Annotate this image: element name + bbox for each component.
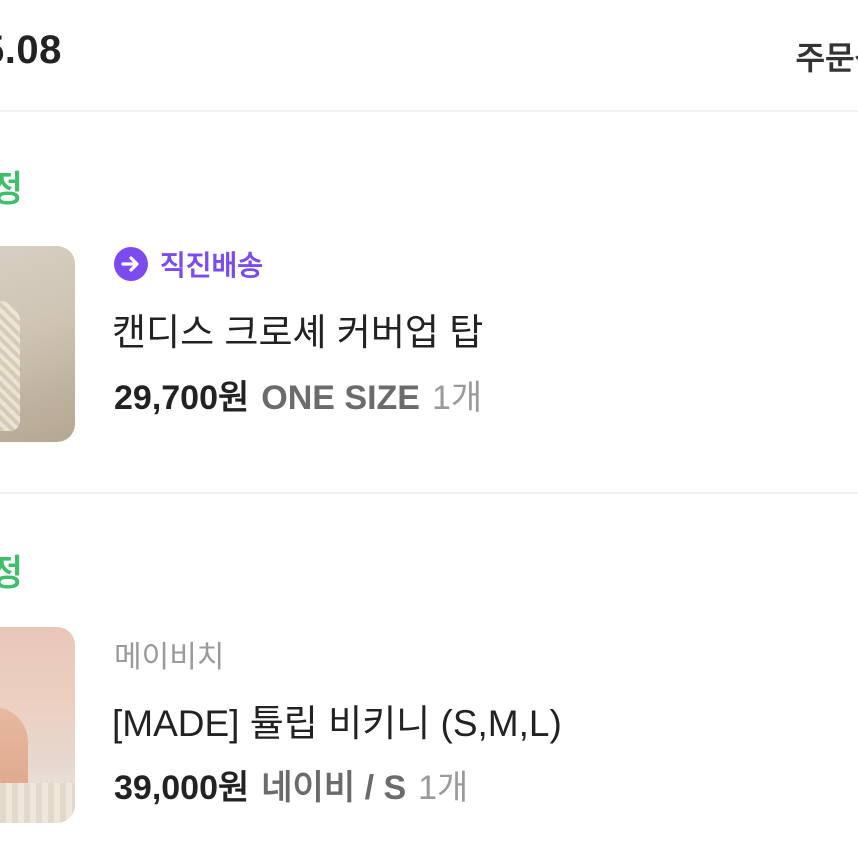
price-line: 29,700원 ONE SIZE 1개 bbox=[114, 370, 482, 419]
divider bbox=[0, 110, 858, 112]
product-name[interactable]: [MADE] 튤립 비키니 (S,M,L) bbox=[112, 693, 562, 747]
brand-name[interactable]: 메이비치 bbox=[114, 632, 224, 676]
order-date: 5.08 bbox=[0, 28, 62, 72]
product-option: ONE SIZE bbox=[261, 379, 420, 417]
order-status: 정 bbox=[0, 168, 24, 209]
product-photo bbox=[0, 301, 20, 431]
arrow-right-circle-icon bbox=[114, 247, 148, 281]
photo-floor bbox=[0, 783, 75, 823]
product-option: 네이비 / S bbox=[261, 769, 407, 807]
product-price: 39,000원 bbox=[114, 769, 250, 807]
divider bbox=[0, 492, 858, 494]
product-name[interactable]: 캔디스 크로셰 커버업 탑 bbox=[112, 302, 483, 356]
product-thumbnail[interactable] bbox=[0, 246, 75, 442]
product-quantity: 1개 bbox=[431, 379, 483, 417]
price-line: 39,000원 네이비 / S 1개 bbox=[114, 760, 468, 809]
delivery-badge-label: 직진배송 bbox=[160, 250, 264, 281]
order-status: 정 bbox=[0, 552, 24, 593]
product-thumbnail[interactable] bbox=[0, 627, 75, 823]
delivery-badge: 직진배송 bbox=[114, 246, 263, 282]
order-header: 5.08 주문상 bbox=[0, 0, 858, 110]
product-quantity: 1개 bbox=[418, 769, 469, 807]
order-detail-link[interactable]: 주문상 bbox=[796, 33, 858, 79]
product-price: 29,700원 bbox=[114, 379, 250, 417]
